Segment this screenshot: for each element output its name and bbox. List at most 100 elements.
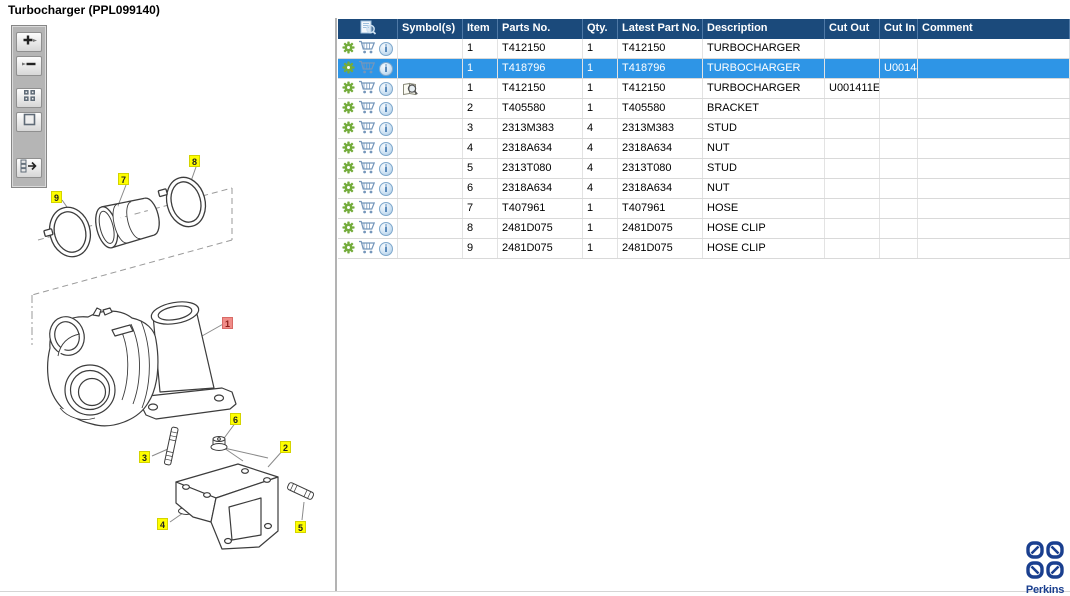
table-row[interactable]: i 9 2481D075 1 2481D075 HOSE CLIP xyxy=(338,239,1070,259)
parts-table-header: Symbol(s) Item Parts No. Qty. Latest Part No… xyxy=(338,19,1070,39)
cart-icon[interactable] xyxy=(358,80,376,97)
info-icon[interactable]: i xyxy=(379,181,393,196)
gear-icon[interactable] xyxy=(342,80,355,97)
cell-latest-part-no: T412150 xyxy=(618,39,703,58)
table-row[interactable]: i 7 T407961 1 T407961 HOSE xyxy=(338,199,1070,219)
gear-icon[interactable] xyxy=(342,220,355,237)
cell-symbols xyxy=(398,179,463,198)
cell-cut-out xyxy=(825,139,880,158)
book-magnifier-icon[interactable] xyxy=(402,82,419,98)
info-icon[interactable]: i xyxy=(379,221,393,236)
info-icon[interactable]: i xyxy=(379,121,393,136)
grid-view-button[interactable] xyxy=(16,88,42,108)
parts-table: Symbol(s) Item Parts No. Qty. Latest Part No… xyxy=(338,19,1070,259)
cell-cut-out xyxy=(825,219,880,238)
cart-icon[interactable] xyxy=(358,40,376,57)
cell-item: 8 xyxy=(463,219,498,238)
cart-icon[interactable] xyxy=(358,160,376,177)
cell-latest-part-no: 2481D075 xyxy=(618,239,703,258)
gear-icon[interactable] xyxy=(342,140,355,157)
part-callout-4[interactable]: 4 xyxy=(157,518,168,530)
stud-3 xyxy=(163,426,179,466)
part-callout-7[interactable]: 7 xyxy=(118,173,129,185)
cart-icon[interactable] xyxy=(358,140,376,157)
gear-icon[interactable] xyxy=(342,120,355,137)
cart-icon[interactable] xyxy=(358,180,376,197)
cell-parts-no: 2318A634 xyxy=(498,139,583,158)
table-row[interactable]: i 4 2318A634 4 2318A634 NUT xyxy=(338,139,1070,159)
table-row[interactable]: i 6 2318A634 4 2318A634 NUT xyxy=(338,179,1070,199)
table-row[interactable]: i 5 2313T080 4 2313T080 STUD xyxy=(338,159,1070,179)
gear-icon[interactable] xyxy=(342,200,355,217)
cell-cut-in xyxy=(880,139,918,158)
info-icon[interactable]: i xyxy=(379,141,393,156)
row-actions: i xyxy=(338,39,398,58)
part-callout-1[interactable]: 1 xyxy=(222,317,233,329)
table-row[interactable]: i 2 T405580 1 T405580 BRACKET xyxy=(338,99,1070,119)
cell-parts-no: T407961 xyxy=(498,199,583,218)
cell-cut-in xyxy=(880,159,918,178)
column-header-qty: Qty. xyxy=(583,19,618,39)
send-to-list-button[interactable] xyxy=(16,158,42,178)
gear-icon[interactable] xyxy=(342,160,355,177)
cell-cut-in xyxy=(880,39,918,58)
cart-icon[interactable] xyxy=(358,60,376,77)
cart-icon[interactable] xyxy=(358,220,376,237)
cell-symbols xyxy=(398,59,463,78)
diagram-toolbar xyxy=(11,25,47,188)
cart-icon[interactable] xyxy=(358,120,376,137)
cart-icon[interactable] xyxy=(358,100,376,117)
info-icon[interactable]: i xyxy=(379,81,393,96)
cart-icon[interactable] xyxy=(358,200,376,217)
part-callout-3[interactable]: 3 xyxy=(139,451,150,463)
part-callout-2[interactable]: 2 xyxy=(280,441,291,453)
gear-icon[interactable] xyxy=(342,100,355,117)
cell-qty: 1 xyxy=(583,99,618,118)
cell-qty: 4 xyxy=(583,139,618,158)
cart-icon[interactable] xyxy=(358,240,376,257)
cell-symbols xyxy=(398,39,463,58)
cell-cut-out xyxy=(825,59,880,78)
cell-cut-out xyxy=(825,119,880,138)
cell-cut-out: U001411E xyxy=(825,79,880,98)
column-header-description: Description xyxy=(703,19,825,39)
info-icon[interactable]: i xyxy=(379,161,393,176)
cell-item: 2 xyxy=(463,99,498,118)
table-row[interactable]: i 8 2481D075 1 2481D075 HOSE CLIP xyxy=(338,219,1070,239)
part-callout-8[interactable]: 8 xyxy=(189,155,200,167)
single-view-button[interactable] xyxy=(16,112,42,132)
cell-latest-part-no: T407961 xyxy=(618,199,703,218)
cell-comment xyxy=(918,119,1070,138)
table-row[interactable]: i1T4187961T418796TURBOCHARGERU00144 xyxy=(338,59,1070,79)
cell-cut-in xyxy=(880,179,918,198)
cell-cut-out xyxy=(825,199,880,218)
zoom-in-button[interactable] xyxy=(16,32,42,52)
diagram-pane: 9 7 8 1 6 2 3 4 5 xyxy=(0,18,337,591)
cell-parts-no: T412150 xyxy=(498,39,583,58)
cell-symbols[interactable] xyxy=(398,79,463,98)
info-icon[interactable]: i xyxy=(379,101,393,116)
gear-icon[interactable] xyxy=(342,40,355,57)
cell-cut-out xyxy=(825,39,880,58)
column-header-cut_out: Cut Out xyxy=(825,19,880,39)
part-callout-6[interactable]: 6 xyxy=(230,413,241,425)
gear-icon[interactable] xyxy=(342,180,355,197)
gear-icon[interactable] xyxy=(342,60,355,77)
zoom-out-button[interactable] xyxy=(16,56,42,76)
info-icon[interactable]: i xyxy=(379,41,393,56)
cell-cut-in xyxy=(880,119,918,138)
perkins-logo: Perkins xyxy=(1022,541,1068,596)
info-icon[interactable]: i xyxy=(379,61,393,76)
info-icon[interactable]: i xyxy=(379,241,393,256)
gear-icon[interactable] xyxy=(342,240,355,257)
table-row[interactable]: i 1 T412150 1 T412150 TURBOCHARGER U001411E xyxy=(338,79,1070,99)
cell-description: NUT xyxy=(703,139,825,158)
part-callout-9[interactable]: 9 xyxy=(51,191,62,203)
column-header-item: Item xyxy=(463,19,498,39)
table-row[interactable]: i 3 2313M383 4 2313M383 STUD xyxy=(338,119,1070,139)
info-icon[interactable]: i xyxy=(379,201,393,216)
table-row[interactable]: i 1 T412150 1 T412150 TURBOCHARGER xyxy=(338,39,1070,59)
cell-comment xyxy=(918,59,1070,78)
cell-symbols xyxy=(398,239,463,258)
part-callout-5[interactable]: 5 xyxy=(295,521,306,533)
